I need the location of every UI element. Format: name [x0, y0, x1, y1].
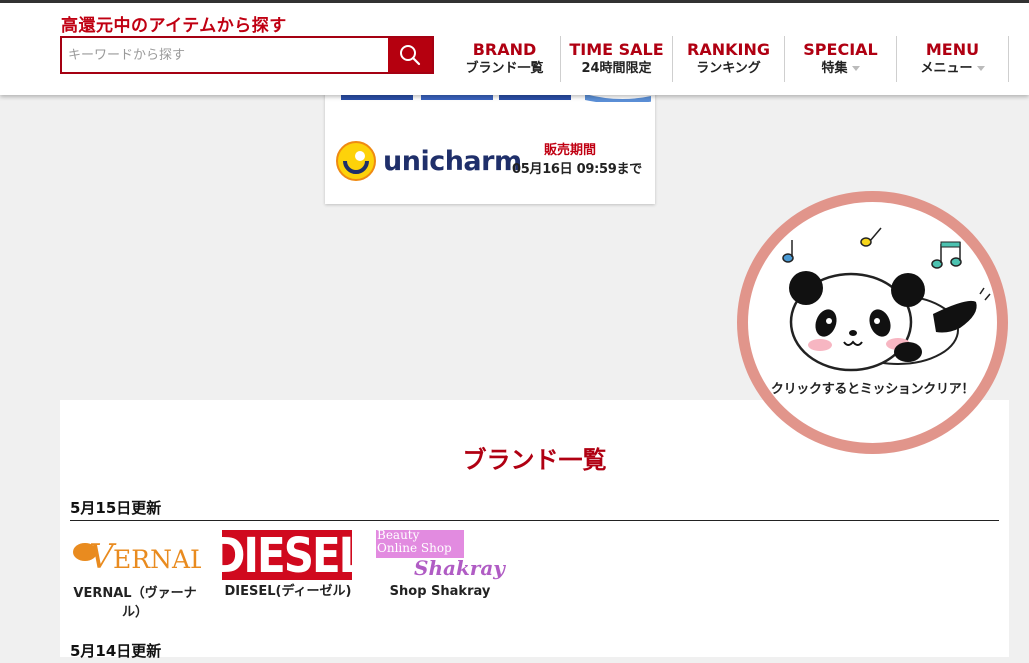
brand-vernal-name: VERNAL（ヴァーナル） — [73, 586, 197, 620]
music-notes-icon — [782, 227, 962, 269]
unicharm-logo-mark — [336, 141, 376, 181]
nav-brand-title: BRAND — [472, 40, 537, 59]
product-image-strip — [341, 94, 651, 102]
search-icon — [400, 45, 421, 66]
chevron-down-icon — [851, 66, 860, 71]
nav-menu[interactable]: MENU メニュー — [897, 36, 1009, 82]
search-bar — [60, 36, 434, 74]
update-date-heading: 5月14日更新 — [70, 642, 162, 660]
shakray-logo-script: Shakray — [414, 556, 505, 580]
site-header: 高還元中のアイテムから探す BRAND ブランド一覧 TIME SALE 24時… — [0, 3, 1029, 95]
mission-label: クリックするとミッションクリア！ — [770, 382, 975, 397]
nav-time-sale-subtitle: 24時間限定 — [581, 61, 652, 76]
nav-special-subtitle: 特集 — [821, 60, 860, 78]
unicharm-logo: unicharm — [335, 140, 522, 182]
diesel-logo-text: DIESEL — [210, 526, 366, 584]
nav-ranking-title: RANKING — [687, 40, 770, 59]
shakray-logo: Beauty Online Shop Shakray — [374, 529, 505, 580]
nav-menu-subtitle-text: メニュー — [920, 61, 973, 76]
search-heading: 高還元中のアイテムから探す — [61, 16, 287, 36]
nav-special-subtitle-text: 特集 — [821, 61, 848, 76]
brand-diesel-name: DIESEL(ディーゼル) — [224, 584, 352, 599]
vernal-logo-rest: ERNAL — [113, 545, 201, 574]
nav-menu-subtitle: メニュー — [920, 60, 985, 78]
nav-menu-title: MENU — [925, 40, 980, 59]
sale-period-date: 05月16日 09:59まで — [512, 162, 642, 177]
search-button[interactable] — [388, 38, 432, 72]
brand-vernal[interactable]: V ERNAL VERNAL（ヴァーナル） — [68, 530, 207, 622]
panda-icon — [782, 227, 991, 372]
sale-period-label: 販売期間 — [544, 143, 597, 158]
nav-time-sale[interactable]: TIME SALE 24時間限定 — [561, 36, 673, 82]
nav-brand-subtitle: ブランド一覧 — [465, 61, 544, 76]
search-input[interactable] — [62, 38, 390, 72]
nav-special[interactable]: SPECIAL 特集 — [785, 36, 897, 82]
main-nav: BRAND ブランド一覧 TIME SALE 24時間限定 RANKING ラン… — [449, 36, 1009, 82]
nav-brand[interactable]: BRAND ブランド一覧 — [449, 36, 561, 82]
nav-ranking[interactable]: RANKING ランキング — [673, 36, 785, 82]
brand-shakray-name: Shop Shakray — [389, 584, 491, 599]
diesel-logo: DIESEL — [211, 527, 366, 583]
brand-diesel[interactable]: DIESEL DIESEL(ディーゼル) — [211, 527, 366, 601]
update-date-heading: 5月15日更新 — [70, 497, 999, 521]
unicharm-logo-text: unicharm — [383, 145, 522, 177]
chevron-down-icon — [976, 66, 985, 71]
nav-ranking-subtitle: ランキング — [696, 61, 761, 76]
nav-special-title: SPECIAL — [803, 40, 878, 59]
vernal-logo: V ERNAL — [73, 537, 207, 577]
shakray-logo-line2: Online Shop — [377, 541, 452, 555]
mission-badge[interactable]: クリックするとミッションクリア！ — [737, 191, 1008, 454]
brand-shakray[interactable]: Beauty Online Shop Shakray Shop Shakray — [374, 529, 506, 601]
nav-time-sale-title: TIME SALE — [569, 40, 664, 59]
